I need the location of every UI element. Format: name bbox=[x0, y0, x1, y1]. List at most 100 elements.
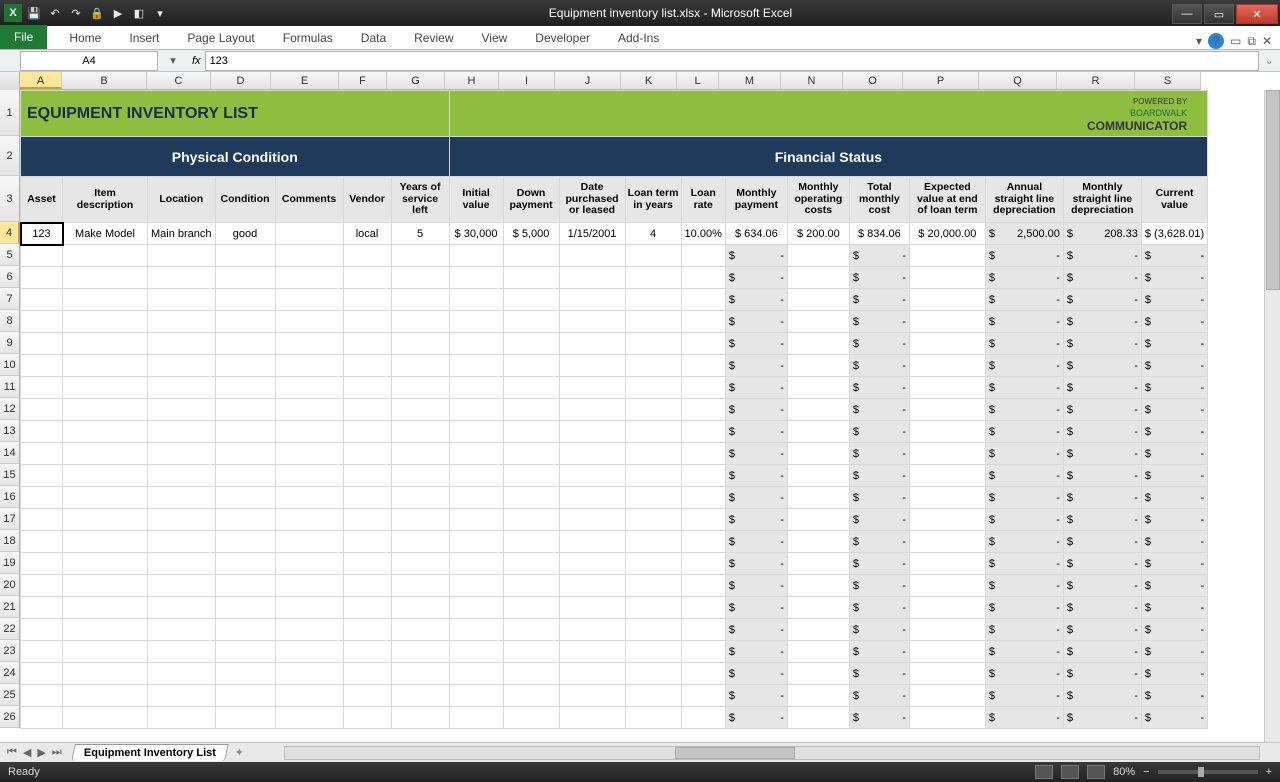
row-header-26[interactable]: 26 bbox=[0, 706, 20, 728]
cell-E14[interactable] bbox=[275, 443, 343, 465]
cell-P14[interactable] bbox=[909, 443, 985, 465]
cell-S14[interactable]: $- bbox=[1141, 443, 1207, 465]
cell-G13[interactable] bbox=[391, 421, 449, 443]
cell-H6[interactable] bbox=[449, 267, 503, 289]
cell-P11[interactable] bbox=[909, 377, 985, 399]
cell-D17[interactable] bbox=[215, 509, 275, 531]
cell-I24[interactable] bbox=[503, 663, 559, 685]
cell-A17[interactable] bbox=[21, 509, 63, 531]
cell-A21[interactable] bbox=[21, 597, 63, 619]
cell-E24[interactable] bbox=[275, 663, 343, 685]
cell-P26[interactable] bbox=[909, 707, 985, 729]
cell-I4[interactable]: $ 5,000 bbox=[503, 223, 559, 245]
cell-J18[interactable] bbox=[559, 531, 625, 553]
cell-K15[interactable] bbox=[625, 465, 681, 487]
cell-M26[interactable]: $- bbox=[725, 707, 787, 729]
cell-Q23[interactable]: $- bbox=[985, 641, 1063, 663]
cell-A13[interactable] bbox=[21, 421, 63, 443]
cell-O10[interactable]: $- bbox=[849, 355, 909, 377]
cell-F26[interactable] bbox=[343, 707, 391, 729]
cell-A8[interactable] bbox=[21, 311, 63, 333]
cell-K14[interactable] bbox=[625, 443, 681, 465]
cell-E6[interactable] bbox=[275, 267, 343, 289]
zoom-slider[interactable] bbox=[1158, 770, 1258, 774]
cell-N15[interactable] bbox=[787, 465, 849, 487]
cell-H13[interactable] bbox=[449, 421, 503, 443]
cell-N6[interactable] bbox=[787, 267, 849, 289]
cell-C9[interactable] bbox=[148, 333, 216, 355]
cell-O8[interactable]: $- bbox=[849, 311, 909, 333]
cell-Q17[interactable]: $- bbox=[985, 509, 1063, 531]
cell-N10[interactable] bbox=[787, 355, 849, 377]
cell-S19[interactable]: $- bbox=[1141, 553, 1207, 575]
cell-G25[interactable] bbox=[391, 685, 449, 707]
col-header-S[interactable]: S bbox=[1135, 72, 1201, 89]
cell-E18[interactable] bbox=[275, 531, 343, 553]
cell-J14[interactable] bbox=[559, 443, 625, 465]
cell-Q22[interactable]: $- bbox=[985, 619, 1063, 641]
cell-H25[interactable] bbox=[449, 685, 503, 707]
cell-I19[interactable] bbox=[503, 553, 559, 575]
save-icon[interactable]: 💾 bbox=[25, 4, 43, 22]
header-1[interactable]: Item description bbox=[63, 177, 148, 223]
cell-S16[interactable]: $- bbox=[1141, 487, 1207, 509]
cell-F20[interactable] bbox=[343, 575, 391, 597]
cell-S21[interactable]: $- bbox=[1141, 597, 1207, 619]
cell-E15[interactable] bbox=[275, 465, 343, 487]
cell-E12[interactable] bbox=[275, 399, 343, 421]
cell-E10[interactable] bbox=[275, 355, 343, 377]
tab-first-icon[interactable]: ⏮ bbox=[4, 746, 20, 759]
cell-B25[interactable] bbox=[63, 685, 148, 707]
col-header-B[interactable]: B bbox=[62, 72, 147, 89]
cell-M22[interactable]: $- bbox=[725, 619, 787, 641]
cell-P15[interactable] bbox=[909, 465, 985, 487]
cell-C8[interactable] bbox=[148, 311, 216, 333]
cell-K12[interactable] bbox=[625, 399, 681, 421]
cell-I12[interactable] bbox=[503, 399, 559, 421]
cell-F10[interactable] bbox=[343, 355, 391, 377]
cell-F24[interactable] bbox=[343, 663, 391, 685]
cell-D5[interactable] bbox=[215, 245, 275, 267]
cell-Q10[interactable]: $- bbox=[985, 355, 1063, 377]
col-header-P[interactable]: P bbox=[903, 72, 979, 89]
cell-G8[interactable] bbox=[391, 311, 449, 333]
cell-N23[interactable] bbox=[787, 641, 849, 663]
cell-O15[interactable]: $- bbox=[849, 465, 909, 487]
cell-C7[interactable] bbox=[148, 289, 216, 311]
cell-Q15[interactable]: $- bbox=[985, 465, 1063, 487]
cell-L16[interactable] bbox=[681, 487, 725, 509]
cell-L19[interactable] bbox=[681, 553, 725, 575]
cell-A23[interactable] bbox=[21, 641, 63, 663]
tab-last-icon[interactable]: ⏭ bbox=[49, 746, 65, 759]
header-12[interactable]: Monthly payment bbox=[725, 177, 787, 223]
cell-M19[interactable]: $- bbox=[725, 553, 787, 575]
header-14[interactable]: Total monthly cost bbox=[849, 177, 909, 223]
header-17[interactable]: Monthly straight line depreciation bbox=[1063, 177, 1141, 223]
header-13[interactable]: Monthly operating costs bbox=[787, 177, 849, 223]
cell-C17[interactable] bbox=[148, 509, 216, 531]
cell-N14[interactable] bbox=[787, 443, 849, 465]
cell-F14[interactable] bbox=[343, 443, 391, 465]
cell-B23[interactable] bbox=[63, 641, 148, 663]
cell-N22[interactable] bbox=[787, 619, 849, 641]
cell-O4[interactable]: $ 834.06 bbox=[849, 223, 909, 245]
cell-H19[interactable] bbox=[449, 553, 503, 575]
cell-B24[interactable] bbox=[63, 663, 148, 685]
cell-L23[interactable] bbox=[681, 641, 725, 663]
cell-S4[interactable]: $ (3,628.01) bbox=[1141, 223, 1207, 245]
cell-C19[interactable] bbox=[148, 553, 216, 575]
redo-icon[interactable]: ↷ bbox=[67, 4, 85, 22]
cell-R7[interactable]: $- bbox=[1063, 289, 1141, 311]
cell-E7[interactable] bbox=[275, 289, 343, 311]
cell-J24[interactable] bbox=[559, 663, 625, 685]
cell-I13[interactable] bbox=[503, 421, 559, 443]
cell-R23[interactable]: $- bbox=[1063, 641, 1141, 663]
cell-E20[interactable] bbox=[275, 575, 343, 597]
row-header-24[interactable]: 24 bbox=[0, 662, 20, 684]
cell-E16[interactable] bbox=[275, 487, 343, 509]
cell-I22[interactable] bbox=[503, 619, 559, 641]
row-header-10[interactable]: 10 bbox=[0, 354, 20, 376]
col-header-R[interactable]: R bbox=[1057, 72, 1135, 89]
cell-D4[interactable]: good bbox=[215, 223, 275, 245]
cell-N7[interactable] bbox=[787, 289, 849, 311]
